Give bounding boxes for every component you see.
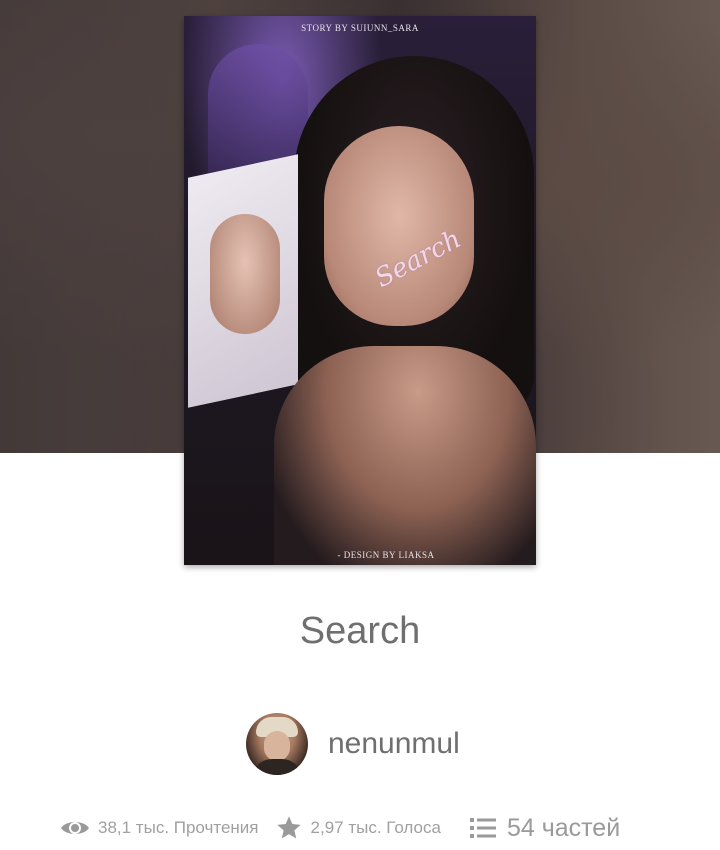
story-details-page: STORY BY SUIUNN_SARA Search - DESIGN BY …: [0, 0, 720, 850]
story-stats: 38,1 тыс. Прочтения 2,97 тыс. Голоса 54 …: [60, 808, 620, 848]
stat-votes: 2,97 тыс. Голоса: [275, 814, 441, 842]
reads-count: 38,1 тыс. Прочтения: [98, 818, 259, 837]
author-link[interactable]: nenunmul: [246, 713, 460, 775]
cover-story-credit: STORY BY SUIUNN_SARA: [301, 23, 419, 33]
cover-figure-body: [274, 346, 536, 565]
eye-icon: [60, 818, 90, 838]
avatar-face: [264, 731, 290, 761]
author-name[interactable]: nenunmul: [328, 727, 460, 761]
stat-reads: 38,1 тыс. Прочтения: [60, 818, 259, 838]
votes-count: 2,97 тыс. Голоса: [310, 818, 441, 837]
story-cover[interactable]: STORY BY SUIUNN_SARA Search - DESIGN BY …: [184, 16, 536, 565]
list-icon: [469, 816, 497, 840]
story-title: Search: [299, 610, 421, 652]
star-icon: [275, 814, 303, 842]
author-avatar[interactable]: [246, 713, 308, 775]
cover-mirror-reflection: [210, 214, 280, 334]
cover-design-credit: - DESIGN BY LIAKSA: [337, 550, 435, 560]
parts-count[interactable]: 54 частей: [507, 814, 620, 843]
avatar-body: [252, 759, 302, 775]
stat-parts[interactable]: 54 частей: [469, 814, 620, 843]
